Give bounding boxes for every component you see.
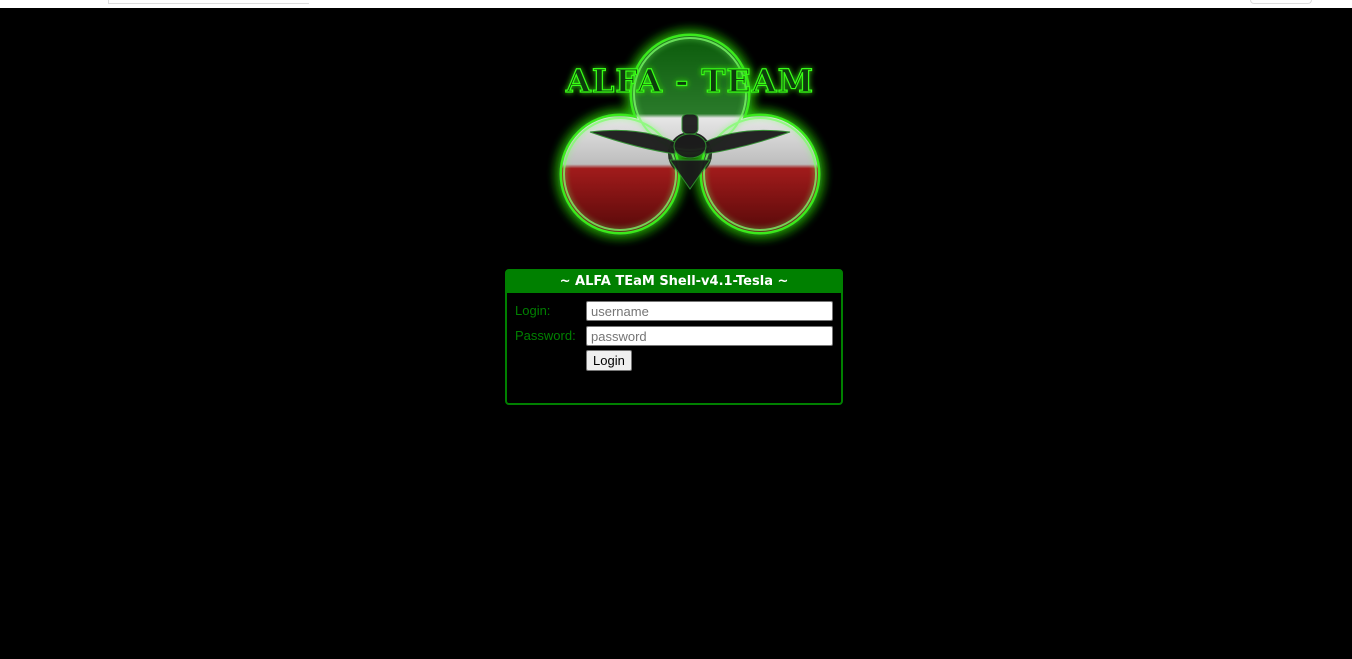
browser-strip-right [1250,0,1312,4]
logo-graphic: ALFA - TEAM [559,33,821,235]
login-button[interactable]: Login [586,350,632,371]
password-label: Password: [515,328,576,343]
browser-top-strip [0,0,1352,8]
alfa-team-logo: ALFA - TEAM [470,14,910,254]
username-input[interactable] [586,301,833,321]
logo-title-text: ALFA - TEAM [565,62,814,100]
login-form: Login: Password: Login [507,293,841,401]
browser-strip-left [108,0,309,4]
login-panel: ~ ALFA TEaM Shell-v4.1-Tesla ~ Login: Pa… [505,269,843,405]
login-panel-title: ~ ALFA TEaM Shell-v4.1-Tesla ~ [507,271,841,293]
password-input[interactable] [586,326,833,346]
login-label: Login: [515,303,551,318]
